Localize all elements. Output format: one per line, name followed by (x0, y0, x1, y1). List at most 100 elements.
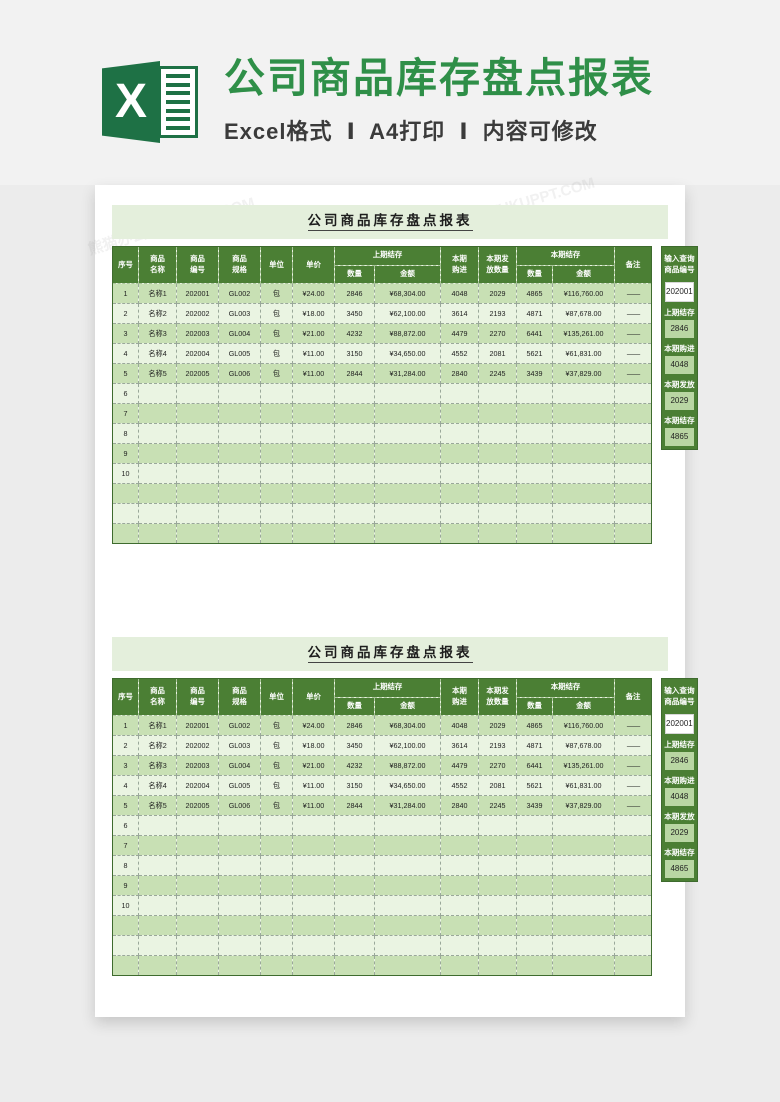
cell-unit[interactable] (260, 895, 293, 916)
table-row[interactable] (112, 523, 653, 544)
cell-code[interactable] (176, 443, 219, 464)
cell-unit[interactable] (260, 503, 293, 524)
cell-seq[interactable] (112, 503, 139, 524)
table-row[interactable]: 3 名称3 202003 GL004 包 ¥21.00 4232 ¥88,872.00 4479… (112, 755, 653, 776)
cell-seq[interactable]: 9 (112, 443, 139, 464)
cell-issue[interactable] (478, 403, 518, 424)
cell-prev-qty[interactable] (334, 523, 375, 544)
cell-spec[interactable] (218, 815, 261, 836)
cell-current-qty[interactable]: 5621 (516, 775, 554, 796)
cell-prev-amount[interactable] (373, 503, 442, 524)
cell-purchase[interactable] (440, 443, 480, 464)
query-code-input[interactable]: 202001 (665, 713, 694, 734)
cell-spec[interactable] (218, 875, 261, 896)
cell-remark[interactable]: —— (614, 323, 653, 344)
cell-price[interactable] (292, 403, 335, 424)
cell-spec[interactable]: GL002 (218, 283, 261, 304)
cell-prev-amount[interactable] (373, 403, 442, 424)
cell-issue[interactable]: 2029 (478, 715, 518, 736)
cell-spec[interactable] (218, 835, 261, 856)
cell-code[interactable] (176, 935, 219, 956)
cell-prev-qty[interactable] (334, 423, 375, 444)
cell-unit[interactable]: 包 (260, 715, 293, 736)
cell-name[interactable]: 名称2 (138, 303, 177, 324)
cell-current-qty[interactable]: 4871 (516, 303, 554, 324)
cell-unit[interactable]: 包 (260, 303, 293, 324)
cell-prev-amount[interactable]: ¥88,872.00 (373, 323, 442, 344)
cell-code[interactable] (176, 403, 219, 424)
cell-name[interactable] (138, 523, 177, 544)
cell-prev-amount[interactable] (373, 855, 442, 876)
cell-code[interactable] (176, 815, 219, 836)
cell-purchase[interactable] (440, 483, 480, 504)
cell-remark[interactable]: —— (614, 795, 653, 816)
cell-current-qty[interactable] (516, 935, 554, 956)
cell-spec[interactable]: GL002 (218, 715, 261, 736)
cell-name[interactable]: 名称3 (138, 323, 177, 344)
cell-spec[interactable] (218, 383, 261, 404)
cell-price[interactable] (292, 443, 335, 464)
cell-name[interactable] (138, 423, 177, 444)
cell-current-amount[interactable] (552, 895, 616, 916)
cell-price[interactable] (292, 835, 335, 856)
cell-price[interactable] (292, 523, 335, 544)
cell-purchase[interactable] (440, 875, 480, 896)
cell-unit[interactable]: 包 (260, 795, 293, 816)
cell-purchase[interactable]: 4479 (440, 755, 480, 776)
cell-issue[interactable] (478, 815, 518, 836)
cell-prev-qty[interactable]: 2846 (334, 283, 375, 304)
cell-prev-amount[interactable] (373, 483, 442, 504)
table-row[interactable]: 2 名称2 202002 GL003 包 ¥18.00 3450 ¥62,100.00 3614… (112, 303, 653, 324)
cell-purchase[interactable]: 4048 (440, 283, 480, 304)
cell-purchase[interactable]: 4048 (440, 715, 480, 736)
cell-current-amount[interactable]: ¥61,831.00 (552, 343, 616, 364)
cell-purchase[interactable] (440, 815, 480, 836)
cell-spec[interactable] (218, 935, 261, 956)
table-row[interactable]: 2 名称2 202002 GL003 包 ¥18.00 3450 ¥62,100.00 3614… (112, 735, 653, 756)
cell-prev-amount[interactable]: ¥68,304.00 (373, 283, 442, 304)
table-row[interactable] (112, 935, 653, 956)
cell-spec[interactable]: GL003 (218, 735, 261, 756)
cell-code[interactable]: 202004 (176, 775, 219, 796)
table-row[interactable]: 9 (112, 443, 653, 464)
cell-current-qty[interactable]: 4865 (516, 283, 554, 304)
cell-issue[interactable] (478, 443, 518, 464)
cell-prev-amount[interactable] (373, 463, 442, 484)
cell-code[interactable]: 202005 (176, 795, 219, 816)
cell-prev-amount[interactable]: ¥34,650.00 (373, 775, 442, 796)
cell-purchase[interactable] (440, 403, 480, 424)
cell-current-amount[interactable] (552, 463, 616, 484)
cell-purchase[interactable]: 4552 (440, 775, 480, 796)
cell-prev-qty[interactable] (334, 815, 375, 836)
cell-issue[interactable]: 2270 (478, 755, 518, 776)
cell-price[interactable]: ¥24.00 (292, 715, 335, 736)
cell-spec[interactable]: GL003 (218, 303, 261, 324)
cell-remark[interactable]: —— (614, 363, 653, 384)
cell-name[interactable]: 名称1 (138, 715, 177, 736)
cell-price[interactable]: ¥18.00 (292, 303, 335, 324)
cell-unit[interactable] (260, 855, 293, 876)
cell-spec[interactable] (218, 423, 261, 444)
cell-prev-qty[interactable]: 3450 (334, 303, 375, 324)
cell-price[interactable]: ¥11.00 (292, 363, 335, 384)
cell-price[interactable] (292, 895, 335, 916)
cell-seq[interactable]: 3 (112, 323, 139, 344)
cell-name[interactable] (138, 443, 177, 464)
cell-prev-amount[interactable] (373, 835, 442, 856)
cell-spec[interactable]: GL005 (218, 775, 261, 796)
cell-remark[interactable]: —— (614, 283, 653, 304)
cell-prev-qty[interactable]: 2846 (334, 715, 375, 736)
cell-spec[interactable] (218, 443, 261, 464)
cell-unit[interactable]: 包 (260, 363, 293, 384)
cell-remark[interactable] (614, 483, 653, 504)
cell-current-qty[interactable] (516, 915, 554, 936)
cell-spec[interactable]: GL004 (218, 323, 261, 344)
cell-prev-qty[interactable] (334, 895, 375, 916)
cell-spec[interactable] (218, 895, 261, 916)
cell-remark[interactable] (614, 463, 653, 484)
cell-price[interactable]: ¥24.00 (292, 283, 335, 304)
cell-prev-amount[interactable] (373, 935, 442, 956)
cell-spec[interactable] (218, 483, 261, 504)
cell-seq[interactable] (112, 915, 139, 936)
cell-prev-qty[interactable] (334, 443, 375, 464)
